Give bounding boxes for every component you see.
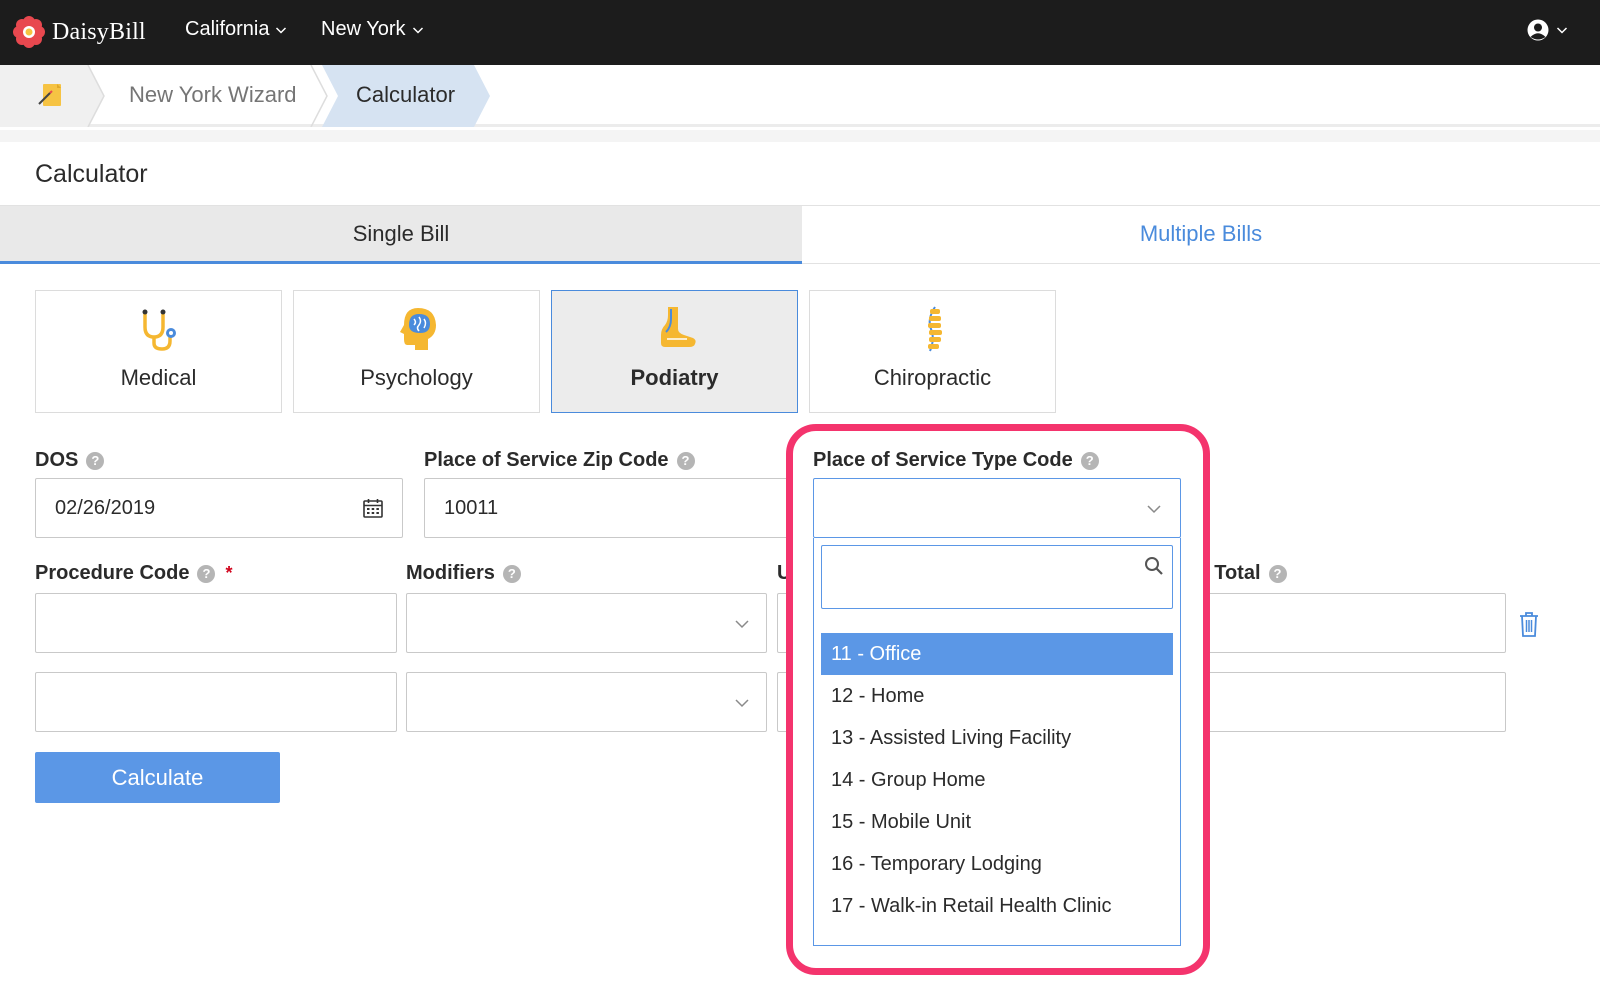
place-of-service-type-label: Place of Service Type Code ? xyxy=(813,449,1099,472)
chevron-down-icon xyxy=(735,699,749,708)
specialty-card-label: Podiatry xyxy=(630,365,719,390)
chevron-down-icon xyxy=(412,26,423,34)
modifiers-label: Modifiers ? xyxy=(406,562,521,585)
dropdown-option-11-office[interactable]: 11 - Office xyxy=(821,633,1173,675)
dos-date-input[interactable]: 02/26/2019 xyxy=(35,478,403,538)
brand-name: DaisyBill xyxy=(52,18,146,45)
procedure-code-input[interactable] xyxy=(35,672,397,732)
zip-code-value: 10011 xyxy=(444,497,499,519)
place-of-service-type-label-text: Place of Service Type Code xyxy=(813,449,1073,471)
tab-multiple-bills[interactable]: Multiple Bills xyxy=(802,206,1600,264)
help-icon[interactable]: ? xyxy=(1080,451,1099,470)
stethoscope-icon xyxy=(142,309,176,351)
help-icon[interactable]: ? xyxy=(676,451,695,470)
page-title: Calculator xyxy=(35,160,148,188)
specialty-card-medical[interactable]: Medical xyxy=(35,290,282,413)
spine-icon xyxy=(928,306,942,352)
dropdown-option-13-assisted-living-facility[interactable]: 13 - Assisted Living Facility xyxy=(821,717,1173,759)
search-icon xyxy=(1145,557,1163,575)
dropdown-search-input[interactable] xyxy=(821,545,1173,609)
chevron-down-icon xyxy=(1556,27,1568,34)
state-menu-label: New York xyxy=(321,18,406,40)
specialty-card-label: Medical xyxy=(120,365,197,390)
daisy-logo-icon xyxy=(13,16,45,48)
state-menu-label: California xyxy=(185,18,270,40)
trash-icon[interactable] xyxy=(1517,610,1541,638)
procedure-code-label-text: Procedure Code xyxy=(35,562,190,584)
help-icon[interactable]: ? xyxy=(197,564,216,583)
procedure-code-label: Procedure Code ? * xyxy=(35,562,233,585)
dropdown-option-16-temporary-lodging[interactable]: 16 - Temporary Lodging xyxy=(821,843,1173,885)
modifiers-select[interactable] xyxy=(406,672,767,732)
top-navigation-bar: DaisyBill California New York xyxy=(0,0,1600,65)
dropdown-option-17-walk-in-retail-health-clinic[interactable]: 17 - Walk-in Retail Health Clinic xyxy=(821,885,1173,927)
wizard-home-icon[interactable] xyxy=(34,79,66,111)
breadcrumb-new-york-wizard[interactable]: New York Wizard xyxy=(129,82,297,108)
specialty-card-podiatry[interactable]: Podiatry xyxy=(551,290,798,413)
state-menu-california[interactable]: California xyxy=(185,18,287,41)
user-account-menu[interactable] xyxy=(1526,18,1568,42)
breadcrumb-background xyxy=(0,65,490,127)
chevron-down-icon xyxy=(276,26,287,34)
calculate-button[interactable]: Calculate xyxy=(35,752,280,803)
dropdown-option-12-home[interactable]: 12 - Home xyxy=(821,675,1173,717)
specialty-card-label: Psychology xyxy=(360,365,473,390)
tab-single-bill[interactable]: Single Bill xyxy=(0,206,802,264)
required-marker: * xyxy=(225,563,233,583)
specialty-card-chiropractic[interactable]: Chiropractic xyxy=(809,290,1056,413)
dos-label-text: DOS xyxy=(35,449,79,471)
daisybill-logo[interactable]: DaisyBill xyxy=(12,14,146,50)
dos-label: DOS ? xyxy=(35,449,105,472)
zip-code-input[interactable]: 10011 xyxy=(424,478,792,538)
dropdown-option-15-mobile-unit[interactable]: 15 - Mobile Unit xyxy=(821,801,1173,843)
modifiers-label-text: Modifiers xyxy=(406,562,495,584)
chevron-down-icon xyxy=(1147,505,1161,514)
calendar-icon[interactable] xyxy=(362,497,384,519)
user-avatar-icon xyxy=(1527,19,1549,41)
dropdown-option-14-group-home[interactable]: 14 - Group Home xyxy=(821,759,1173,801)
dos-value: 02/26/2019 xyxy=(55,497,156,519)
breadcrumb: New York Wizard Calculator xyxy=(0,65,1600,127)
chevron-down-icon xyxy=(735,620,749,629)
zip-code-label-text: Place of Service Zip Code xyxy=(424,449,669,471)
help-icon[interactable]: ? xyxy=(502,564,521,583)
modifiers-select[interactable] xyxy=(406,593,767,653)
place-of-service-type-select[interactable] xyxy=(813,478,1181,538)
state-menu-new-york[interactable]: New York xyxy=(321,18,424,41)
help-icon[interactable]: ? xyxy=(86,451,105,470)
breadcrumb-calculator: Calculator xyxy=(356,82,456,107)
help-icon[interactable]: ? xyxy=(1268,564,1287,583)
procedure-code-input[interactable] xyxy=(35,593,397,653)
section-divider xyxy=(0,130,1600,142)
zip-code-label: Place of Service Zip Code ? xyxy=(424,449,695,472)
specialty-card-psychology[interactable]: Psychology xyxy=(293,290,540,413)
foot-icon xyxy=(661,307,696,347)
brain-icon xyxy=(400,308,436,350)
specialty-card-label: Chiropractic xyxy=(873,365,992,390)
